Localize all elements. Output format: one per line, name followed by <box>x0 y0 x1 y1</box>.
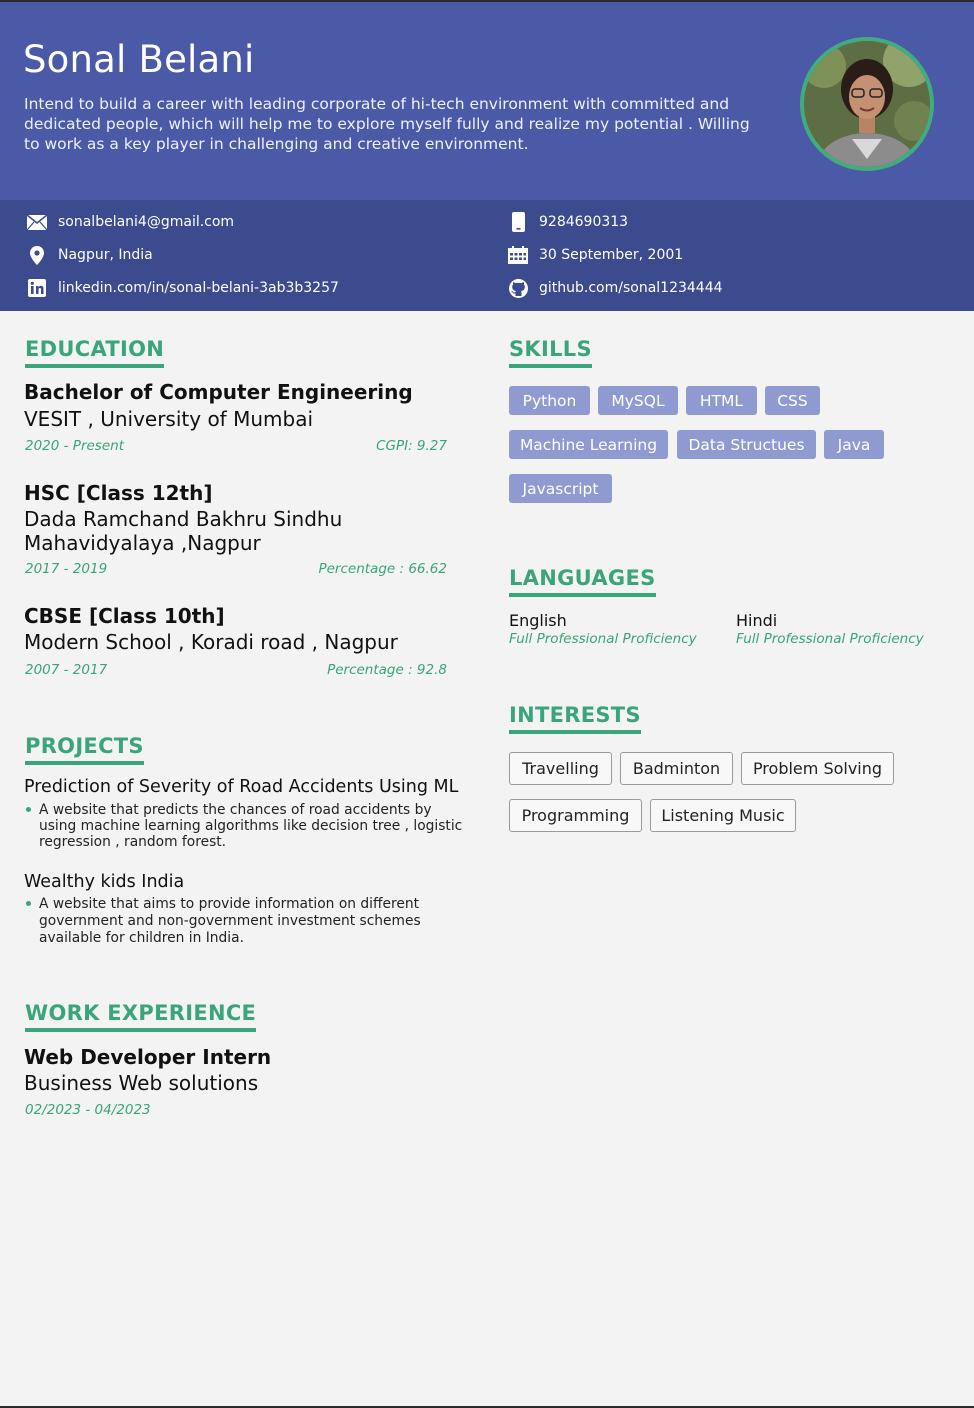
projects-heading: PROJECTS <box>25 734 144 765</box>
contact-email[interactable]: sonalbelani4@gmail.com <box>26 212 234 232</box>
skills-heading: SKILLS <box>509 337 592 368</box>
work-heading: WORK EXPERIENCE <box>25 1001 257 1032</box>
contact-bar: sonalbelani4@gmail.com Nagpur, India lin… <box>0 200 974 311</box>
interest-tag: Badminton <box>620 752 733 785</box>
project-1-desc-line3: regression , random forest. <box>39 834 227 850</box>
career-summary: Intend to build a career with leading co… <box>24 95 750 153</box>
edu-1-score: CGPI: 9.27 <box>376 438 447 454</box>
education-heading: EDUCATION <box>25 337 165 368</box>
edu-2-years: 2017 - 2019 <box>25 561 108 577</box>
skill-tag: HTML <box>686 386 757 415</box>
candidate-name: Sonal Belani <box>23 38 255 81</box>
work-role: Web Developer Intern <box>24 1045 272 1069</box>
edu-2-score: Percentage : 66.62 <box>318 561 447 577</box>
linkedin-icon <box>26 278 48 298</box>
edu-3-institution: Modern School , Koradi road , Nagpur <box>24 630 398 654</box>
project-1-desc-line1: A website that predicts the chances of r… <box>39 802 432 818</box>
email-text: sonalbelani4@gmail.com <box>58 214 235 230</box>
interests-heading: INTERESTS <box>509 703 641 734</box>
phone-icon <box>507 212 529 232</box>
language-2-level: Full Professional Proficiency <box>736 631 924 647</box>
project-2-title: Wealthy kids India <box>24 872 185 892</box>
skill-tag: MySQL <box>598 386 678 415</box>
envelope-icon <box>26 212 48 232</box>
project-1-desc-line2: using machine learning algorithms like d… <box>39 818 463 834</box>
skill-tag: Data Structues <box>677 430 816 459</box>
work-company: Business Web solutions <box>24 1071 259 1095</box>
contact-dob: 30 September, 2001 <box>507 245 683 265</box>
edu-1-degree: Bachelor of Computer Engineering <box>24 380 413 404</box>
interest-tag: Programming <box>509 799 642 832</box>
edu-2-institution-line1: Dada Ramchand Bakhru Sindhu <box>24 507 343 531</box>
profile-photo <box>800 37 934 171</box>
interest-tag: Listening Music <box>650 799 796 832</box>
work-dates: 02/2023 - 04/2023 <box>25 1102 151 1118</box>
skill-tag: Machine Learning <box>509 430 668 459</box>
edu-2-degree: HSC [Class 12th] <box>24 481 213 505</box>
project-2-desc-line1: A website that aims to provide informati… <box>39 896 419 912</box>
edu-3-degree: CBSE [Class 10th] <box>24 604 225 628</box>
calendar-icon <box>507 245 529 265</box>
project-1-title: Prediction of Severity of Road Accidents… <box>24 777 459 797</box>
github-icon <box>507 278 529 298</box>
project-2-desc-line3: available for children in India. <box>39 930 244 946</box>
skill-tag: Java <box>824 430 884 459</box>
project-1-bullet <box>26 807 31 812</box>
edu-2-institution-line2: Mahavidyalaya ,Nagpur <box>24 531 261 555</box>
dob-text: 30 September, 2001 <box>539 247 684 263</box>
contact-location: Nagpur, India <box>26 245 153 265</box>
language-1-name: English <box>509 611 567 630</box>
skill-tag: CSS <box>765 386 820 415</box>
phone-text: 9284690313 <box>539 214 629 230</box>
map-pin-icon <box>26 245 48 265</box>
edu-3-score: Percentage : 92.8 <box>327 662 447 678</box>
contact-phone[interactable]: 9284690313 <box>507 212 628 232</box>
language-2-name: Hindi <box>736 611 778 630</box>
edu-3-years: 2007 - 2017 <box>25 662 108 678</box>
project-2-desc-line2: government and non-government investment… <box>39 913 421 929</box>
edu-1-years: 2020 - Present <box>25 438 124 454</box>
language-1-level: Full Professional Proficiency <box>509 631 697 647</box>
profile-photo-image <box>804 41 930 167</box>
languages-heading: LANGUAGES <box>509 566 656 597</box>
interest-tag: Problem Solving <box>741 752 894 785</box>
contact-linkedin[interactable]: linkedin.com/in/sonal-belani-3ab3b3257 <box>26 278 339 298</box>
skill-tag: Python <box>509 386 590 415</box>
github-text: github.com/sonal1234444 <box>539 280 723 296</box>
location-text: Nagpur, India <box>58 247 153 263</box>
header: Sonal Belani Intend to build a career wi… <box>0 2 974 200</box>
skill-tag: Javascript <box>509 474 612 503</box>
edu-1-institution: VESIT , University of Mumbai <box>24 407 314 431</box>
interest-tag: Travelling <box>509 752 612 785</box>
project-2-bullet <box>26 901 31 906</box>
linkedin-text: linkedin.com/in/sonal-belani-3ab3b3257 <box>58 280 339 296</box>
contact-github[interactable]: github.com/sonal1234444 <box>507 278 723 298</box>
